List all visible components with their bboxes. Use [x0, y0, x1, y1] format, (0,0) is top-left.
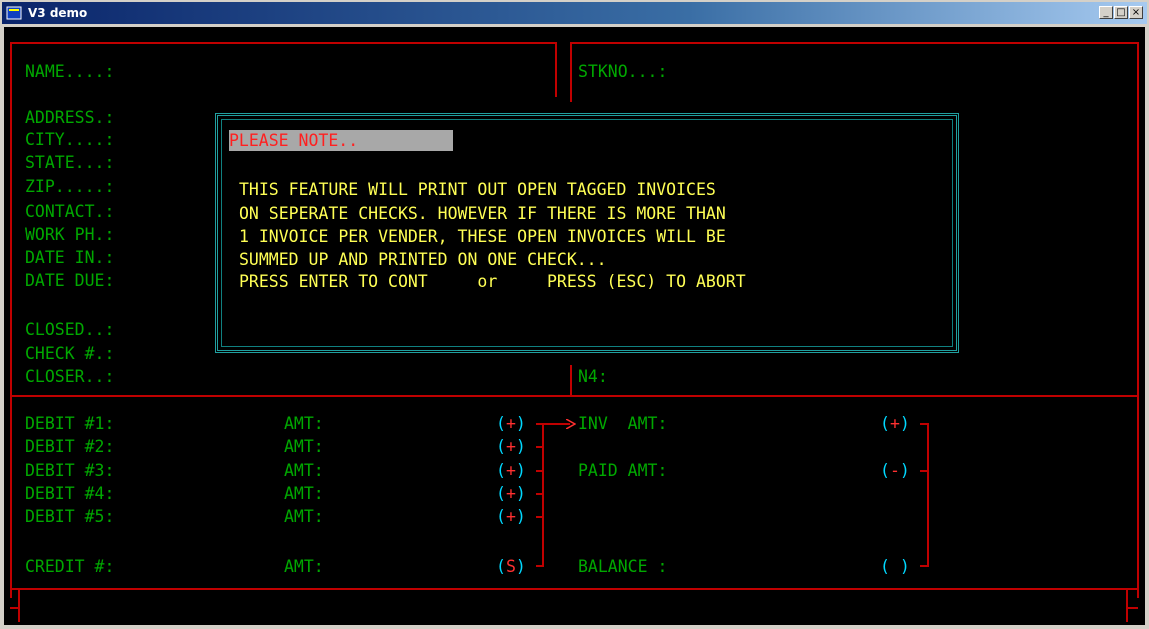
dialog-line-2: ON SEPERATE CHECKS. HOWEVER IF THERE IS … — [239, 204, 726, 223]
frame-line — [570, 365, 572, 395]
bracket-line — [920, 423, 929, 425]
frame-line — [555, 42, 557, 97]
bracket-line — [920, 470, 929, 472]
field-label-date-in: DATE IN.: — [25, 248, 115, 267]
debit-label-1: DEBIT #1: — [25, 414, 115, 433]
frame-line — [10, 607, 20, 609]
field-label-address: ADDRESS.: — [25, 108, 115, 127]
amt-label: AMT: — [284, 461, 324, 480]
field-label-stkno: STKNO...: — [578, 62, 668, 81]
credit-label: CREDIT #: — [25, 557, 115, 576]
title-bar[interactable]: V3 demo _ □ × — [2, 2, 1147, 24]
frame-line — [1126, 588, 1128, 622]
amt-label: AMT: — [284, 557, 324, 576]
balance-label: BALANCE : — [578, 557, 668, 576]
frame-line — [18, 588, 20, 622]
section-divider — [10, 588, 1139, 590]
sign-plus: (+) — [496, 507, 526, 526]
amt-label: AMT: — [284, 414, 324, 433]
frame-line — [10, 42, 556, 44]
field-label-check-no: CHECK #.: — [25, 344, 115, 363]
field-label-work-phone: WORK PH.: — [25, 225, 115, 244]
inv-amt-label: INV AMT: — [578, 414, 668, 433]
minimize-button[interactable]: _ — [1099, 6, 1113, 19]
debit-label-3: DEBIT #3: — [25, 461, 115, 480]
minimize-icon: _ — [1103, 7, 1109, 18]
amt-label: AMT: — [284, 437, 324, 456]
close-button[interactable]: × — [1129, 6, 1143, 19]
amt-label: AMT: — [284, 507, 324, 526]
bracket-line — [920, 565, 929, 567]
field-label-zip: ZIP.....: — [25, 177, 115, 196]
section-divider — [10, 395, 1139, 397]
frame-line — [1137, 42, 1139, 598]
field-label-city: CITY....: — [25, 130, 115, 149]
sign-s: (S) — [496, 557, 526, 576]
sign-plus: (+) — [496, 484, 526, 503]
frame-line — [570, 42, 1138, 44]
dialog-line-1: THIS FEATURE WILL PRINT OUT OPEN TAGGED … — [239, 180, 716, 199]
arrow-icon — [566, 419, 576, 429]
paid-amt-label: PAID AMT: — [578, 461, 668, 480]
sign-blank: ( ) — [880, 557, 910, 576]
field-label-state: STATE...: — [25, 153, 115, 172]
maximize-button[interactable]: □ — [1114, 6, 1128, 19]
close-icon: × — [1131, 7, 1141, 18]
sign-minus: (-) — [880, 461, 910, 480]
frame-line — [570, 42, 572, 102]
sign-plus: (+) — [496, 437, 526, 456]
bracket-line — [536, 516, 544, 518]
field-label-closer: CLOSER..: — [25, 367, 115, 386]
debit-label-5: DEBIT #5: — [25, 507, 115, 526]
field-label-name: NAME....: — [25, 62, 115, 81]
sign-plus: (+) — [880, 414, 910, 433]
debit-label-4: DEBIT #4: — [25, 484, 115, 503]
dialog-line-3: 1 INVOICE PER VENDER, THESE OPEN INVOICE… — [239, 227, 726, 246]
amt-label: AMT: — [284, 484, 324, 503]
sign-plus: (+) — [496, 461, 526, 480]
window-title: V3 demo — [28, 6, 88, 20]
field-label-date-due: DATE DUE: — [25, 271, 115, 290]
frame-line — [10, 42, 12, 598]
bracket-line — [536, 423, 544, 425]
bracket-line — [536, 565, 544, 567]
dialog-header: PLEASE NOTE.. — [229, 130, 453, 151]
dialog-prompt[interactable]: PRESS ENTER TO CONT or PRESS (ESC) TO AB… — [239, 271, 746, 292]
bracket-line — [927, 423, 929, 566]
field-label-closed: CLOSED..: — [25, 320, 115, 339]
bracket-line — [536, 470, 544, 472]
bracket-line — [536, 446, 544, 448]
bracket-line — [536, 493, 544, 495]
console-screen[interactable]: NAME....: ADDRESS.: CITY....: STATE...: … — [4, 27, 1145, 625]
dialog-line-4: SUMMED UP AND PRINTED ON ONE CHECK... — [239, 250, 607, 269]
app-icon — [6, 6, 22, 20]
frame-line — [1126, 607, 1138, 609]
field-label-n4: N4: — [578, 367, 608, 386]
field-label-contact: CONTACT.: — [25, 202, 115, 221]
maximize-icon: □ — [1116, 7, 1126, 18]
debit-label-2: DEBIT #2: — [25, 437, 115, 456]
application-window: V3 demo _ □ × NAME....: ADDRESS.: CITY..… — [0, 0, 1149, 629]
note-dialog: PLEASE NOTE.. THIS FEATURE WILL PRINT OU… — [215, 113, 959, 353]
sign-plus: (+) — [496, 414, 526, 433]
